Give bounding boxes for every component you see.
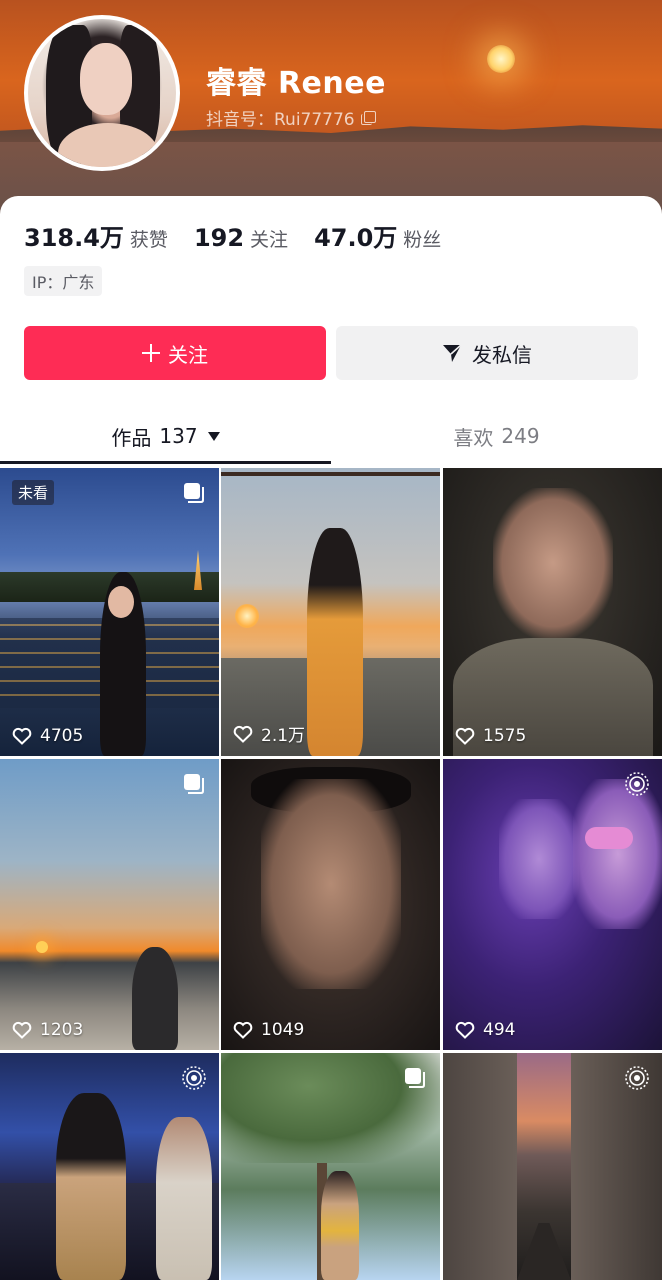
stat-likes[interactable]: 318.4万 获赞 (24, 218, 168, 253)
video-tile[interactable]: 1049 (221, 759, 440, 1050)
video-likes-count: 494 (483, 1020, 516, 1040)
person-face (493, 488, 613, 638)
chevron-down-icon[interactable] (207, 431, 220, 441)
person-figure (56, 1093, 126, 1280)
person-face (573, 779, 662, 929)
video-tile[interactable] (221, 1053, 440, 1280)
tab-likes-label: 喜欢 (453, 425, 494, 450)
plus-icon (142, 344, 160, 362)
video-likes: 1049 (233, 1020, 304, 1040)
copy-icon[interactable] (360, 110, 376, 125)
stat-following[interactable]: 192 关注 (194, 224, 288, 252)
tab-works-label: 作品 (111, 425, 152, 450)
heart-icon (12, 1021, 32, 1039)
video-tile[interactable] (0, 1053, 219, 1280)
avatar-image (28, 19, 176, 167)
stat-following-value: 192 (193, 224, 245, 252)
tab-likes[interactable]: 喜欢 249 (331, 410, 662, 462)
eiffel-tower (194, 550, 202, 590)
stat-followers-label: 粉丝 (403, 229, 442, 251)
heart-icon (233, 725, 253, 743)
video-likes: 4705 (12, 726, 83, 746)
douyin-id[interactable]: 抖音号：Rui77776 (206, 105, 376, 130)
album-icon (405, 1068, 425, 1088)
unseen-badge: 未看 (12, 480, 55, 505)
stat-likes-value: 318.4万 (24, 224, 124, 252)
send-icon (443, 344, 462, 362)
tab-likes-count: 249 (501, 424, 540, 448)
profile-stats: 318.4万 获赞 192 关注 47.0万 粉丝 (24, 218, 467, 253)
video-likes-count: 2.1万 (261, 726, 306, 746)
stat-likes-label: 获赞 (129, 229, 168, 251)
video-likes: 2.1万 (233, 721, 305, 746)
video-tile[interactable]: 494 (443, 759, 662, 1050)
active-tab-indicator (0, 461, 331, 464)
follow-button[interactable]: 关注 (24, 326, 326, 380)
video-tile[interactable]: 2.1万 (221, 468, 440, 756)
live-photo-icon (182, 1066, 206, 1090)
video-likes: 1203 (12, 1020, 83, 1040)
video-tile[interactable]: 1575 (443, 468, 662, 756)
follow-button-label: 关注 (168, 342, 208, 367)
avatar[interactable] (24, 15, 180, 171)
video-tile[interactable] (443, 1053, 662, 1280)
tab-works[interactable]: 作品 137 (0, 410, 331, 462)
message-button[interactable]: 发私信 (336, 326, 638, 380)
video-tile[interactable]: 未看 4705 (0, 468, 219, 756)
heart-icon (455, 1021, 475, 1039)
heart-icon (233, 1021, 253, 1039)
ip-location-tag: IP：广东 (24, 266, 103, 296)
tab-works-count: 137 (159, 424, 198, 448)
video-likes: 1575 (455, 726, 526, 746)
content-tabs: 作品 137 喜欢 249 (0, 410, 662, 466)
profile-name: 睿睿 Renee (206, 66, 386, 101)
stat-followers[interactable]: 47.0万 粉丝 (314, 218, 441, 253)
live-photo-icon (625, 1066, 649, 1090)
video-grid: 未看 4705 2.1万 1575 1203 1049 494 (0, 468, 662, 1280)
heart-icon (455, 727, 475, 745)
douyin-id-text: 抖音号：Rui77776 (206, 110, 355, 130)
person-face (499, 799, 579, 919)
heart-icon (12, 727, 32, 745)
album-icon (184, 483, 204, 503)
video-likes-count: 1049 (261, 1020, 305, 1040)
message-button-label: 发私信 (472, 342, 532, 367)
video-likes: 494 (455, 1020, 515, 1040)
video-likes-count: 4705 (40, 726, 84, 746)
person-figure (307, 528, 363, 756)
stat-followers-value: 47.0万 (314, 224, 398, 252)
banner-sun (487, 45, 515, 73)
person-face (261, 779, 401, 989)
video-likes-count: 1203 (40, 1020, 84, 1040)
person-figure (132, 947, 178, 1050)
live-photo-icon (625, 772, 649, 796)
person-figure (321, 1171, 359, 1280)
album-icon (184, 774, 204, 794)
stat-following-label: 关注 (250, 229, 289, 251)
video-tile[interactable]: 1203 (0, 759, 219, 1050)
video-likes-count: 1575 (483, 726, 527, 746)
